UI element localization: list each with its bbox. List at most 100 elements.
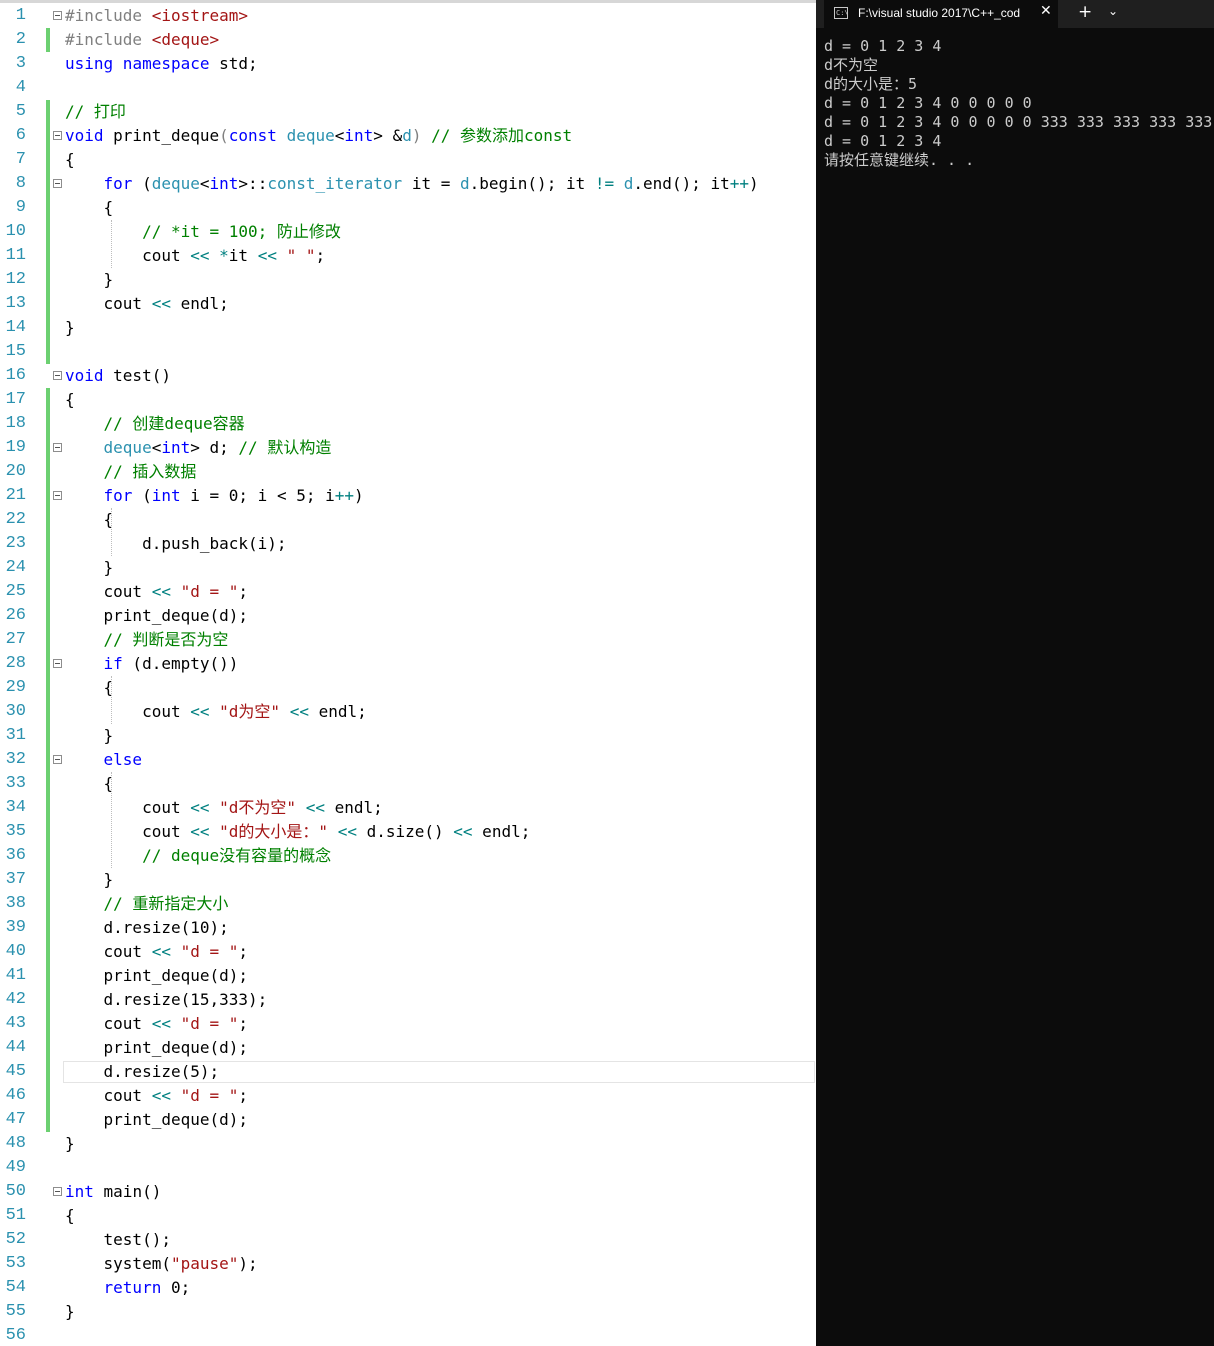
code-token: d.resize(15,333); (65, 990, 268, 1009)
code-line[interactable]: 13 cout << endl; (0, 292, 816, 316)
code-line[interactable]: 17 { (0, 388, 816, 412)
code-line[interactable]: 36 // deque没有容量的概念 (0, 844, 816, 868)
code-line[interactable]: 50 int main() (0, 1180, 816, 1204)
code-line[interactable]: 15 (0, 340, 816, 364)
code-line[interactable]: 4 (0, 76, 816, 100)
line-number: 56 (5, 1326, 26, 1345)
code-token: cout (65, 1086, 152, 1105)
code-token: <deque> (151, 30, 220, 49)
code-line[interactable]: 56 (0, 1324, 816, 1346)
collapse-icon[interactable] (53, 755, 62, 764)
line-number: 13 (5, 294, 26, 313)
code-text: print_deque(d); (65, 1036, 249, 1060)
code-text: } (65, 1132, 75, 1156)
console-line: d = 0 1 2 3 4 0 0 0 0 0 333 333 333 333 … (824, 113, 1213, 131)
collapse-icon[interactable] (53, 11, 62, 20)
code-line[interactable]: 18 // 创建deque容器 (0, 412, 816, 436)
code-line[interactable]: 33 { (0, 772, 816, 796)
code-line[interactable]: 55} (0, 1300, 816, 1324)
code-line[interactable]: 25 cout << "d = "; (0, 580, 816, 604)
code-token: // 默认构造 (238, 438, 332, 457)
code-token: it (228, 246, 258, 265)
code-line[interactable]: 35 cout << "d的大小是：" << d.size() << endl; (0, 820, 816, 844)
code-line[interactable]: 21 for (int i = 0; i < 5; i++) (0, 484, 816, 508)
code-line[interactable]: 51 { (0, 1204, 816, 1228)
code-line[interactable]: 37 } (0, 868, 816, 892)
code-line[interactable]: 9 { (0, 196, 816, 220)
console-output: d = 0 1 2 3 4 d不为空 d的大小是：5 d = 0 1 2 3 4 0 … (824, 37, 1212, 170)
line-number: 51 (5, 1206, 26, 1225)
new-tab-button[interactable]: + (1078, 2, 1092, 22)
code-line[interactable]: 38 // 重新指定大小 (0, 892, 816, 916)
code-line[interactable]: 52 test(); (0, 1228, 816, 1252)
code-token: cout (65, 822, 191, 841)
collapse-icon[interactable] (53, 659, 62, 668)
line-number: 53 (5, 1254, 26, 1273)
collapse-icon[interactable] (53, 491, 62, 500)
code-line[interactable]: 28 if (d.empty()) (0, 652, 816, 676)
code-line[interactable]: 10 // *it = 100; 防止修改 (0, 220, 816, 244)
code-line[interactable]: 48} (0, 1132, 816, 1156)
code-token: print_deque (103, 126, 220, 145)
code-line[interactable]: 29 { (0, 676, 816, 700)
code-line[interactable]: 42 d.resize(15,333); (0, 988, 816, 1012)
collapse-icon[interactable] (53, 179, 62, 188)
code-editor[interactable]: 1 #include <iostream> 2 #include <deque> 3 us… (0, 0, 816, 1346)
code-line[interactable]: 30 cout << "d为空" << endl; (0, 700, 816, 724)
code-line[interactable]: 7{ (0, 148, 816, 172)
code-line[interactable]: 40 cout << "d = "; (0, 940, 816, 964)
code-line[interactable]: 16 void test() (0, 364, 816, 388)
code-line[interactable]: 24 } (0, 556, 816, 580)
code-line[interactable]: 6 void print_deque(const deque<int> &d) /… (0, 124, 816, 148)
code-token: else (103, 750, 143, 769)
close-icon[interactable]: ✕ (1040, 3, 1052, 19)
code-line[interactable]: 53 system("pause"); (0, 1252, 816, 1276)
line-number: 11 (5, 246, 26, 265)
indent-guide (111, 772, 112, 868)
code-line[interactable]: 54 return 0; (0, 1276, 816, 1300)
code-line[interactable]: 44 print_deque(d); (0, 1036, 816, 1060)
code-line[interactable]: 8 for (deque<int>::const_iterator it = d… (0, 172, 816, 196)
code-token: d (623, 174, 634, 193)
terminal-tab[interactable]: C:\ F:\visual studio 2017\C++_cod ✕ (824, 0, 1058, 28)
collapse-icon[interactable] (53, 1187, 62, 1196)
collapse-icon[interactable] (53, 443, 62, 452)
code-line[interactable]: 2 #include <deque> (0, 28, 816, 52)
code-line[interactable]: 23 d.push_back(i); (0, 532, 816, 556)
code-line[interactable]: 46 cout << "d = "; (0, 1084, 816, 1108)
code-token: << (190, 798, 210, 817)
code-line[interactable]: 27 // 判断是否为空 (0, 628, 816, 652)
code-line[interactable]: 19 deque<int> d; // 默认构造 (0, 436, 816, 460)
line-number: 49 (5, 1158, 26, 1177)
line-number: 28 (5, 654, 26, 673)
collapse-icon[interactable] (53, 131, 62, 140)
code-line[interactable]: 26 print_deque(d); (0, 604, 816, 628)
code-line[interactable]: 20 // 插入数据 (0, 460, 816, 484)
code-line[interactable]: 41 print_deque(d); (0, 964, 816, 988)
code-line[interactable]: 34 cout << "d不为空" << endl; (0, 796, 816, 820)
code-token: .end(); it (633, 174, 730, 193)
console-window[interactable]: C:\ F:\visual studio 2017\C++_cod ✕ + ⌄ … (816, 0, 1214, 1346)
code-line[interactable]: 11 cout << *it << " "; (0, 244, 816, 268)
code-token: { (65, 198, 114, 217)
chevron-down-icon[interactable]: ⌄ (1108, 4, 1118, 18)
code-text: #include <deque> (65, 28, 219, 52)
collapse-icon[interactable] (53, 371, 62, 380)
change-indicator (46, 820, 50, 844)
code-line[interactable]: 12 } (0, 268, 816, 292)
code-line[interactable]: 32 else (0, 748, 816, 772)
code-line[interactable]: 47 print_deque(d); (0, 1108, 816, 1132)
code-line[interactable]: 43 cout << "d = "; (0, 1012, 816, 1036)
code-token: void (65, 366, 104, 385)
code-token: d.size() (356, 822, 454, 841)
code-line[interactable]: 49 (0, 1156, 816, 1180)
code-line[interactable]: 31 } (0, 724, 816, 748)
code-line[interactable]: 3 using namespace std; (0, 52, 816, 76)
code-line[interactable]: 14} (0, 316, 816, 340)
code-line[interactable]: 5 // 打印 (0, 100, 816, 124)
code-line[interactable]: 22 { (0, 508, 816, 532)
code-line[interactable]: 45 d.resize(5); (0, 1060, 816, 1084)
code-line[interactable]: 39 d.resize(10); (0, 916, 816, 940)
code-line[interactable]: 1 #include <iostream> (0, 4, 816, 28)
